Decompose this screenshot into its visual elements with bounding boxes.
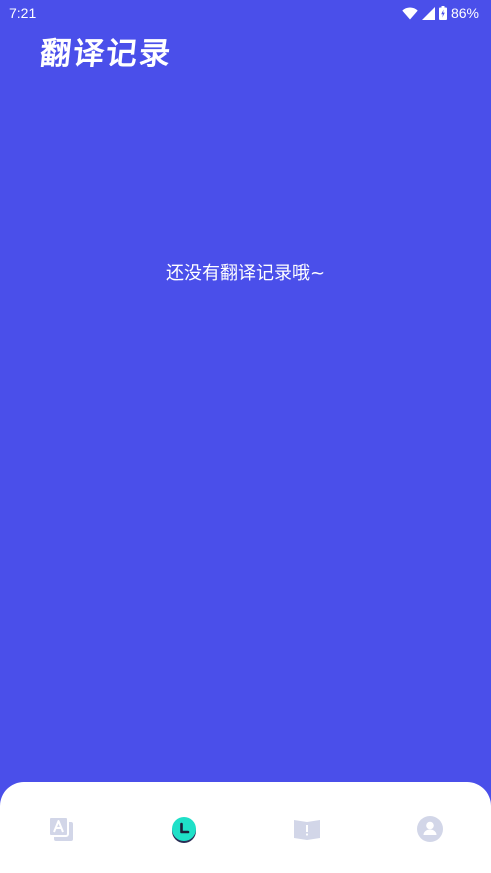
nav-tab-book[interactable]	[277, 815, 337, 843]
profile-icon	[416, 816, 443, 842]
nav-tab-translate[interactable]	[31, 815, 91, 843]
wifi-icon	[402, 6, 418, 19]
battery-icon	[438, 6, 447, 20]
status-icons: 86%	[402, 5, 479, 21]
nav-tab-history[interactable]	[154, 815, 214, 843]
nav-tab-profile[interactable]	[400, 815, 460, 843]
empty-state-message: 还没有翻译记录哦~	[165, 263, 326, 284]
status-time: 7:21	[9, 5, 37, 21]
page-title: 翻译记录	[38, 36, 174, 72]
bottom-nav	[0, 782, 491, 873]
status-bar: 7:21 86%	[0, 0, 491, 26]
clock-icon	[172, 817, 197, 843]
battery-percent: 86%	[450, 5, 479, 21]
book-icon	[293, 820, 320, 840]
signal-icon	[421, 6, 435, 20]
translate-icon	[48, 816, 74, 841]
